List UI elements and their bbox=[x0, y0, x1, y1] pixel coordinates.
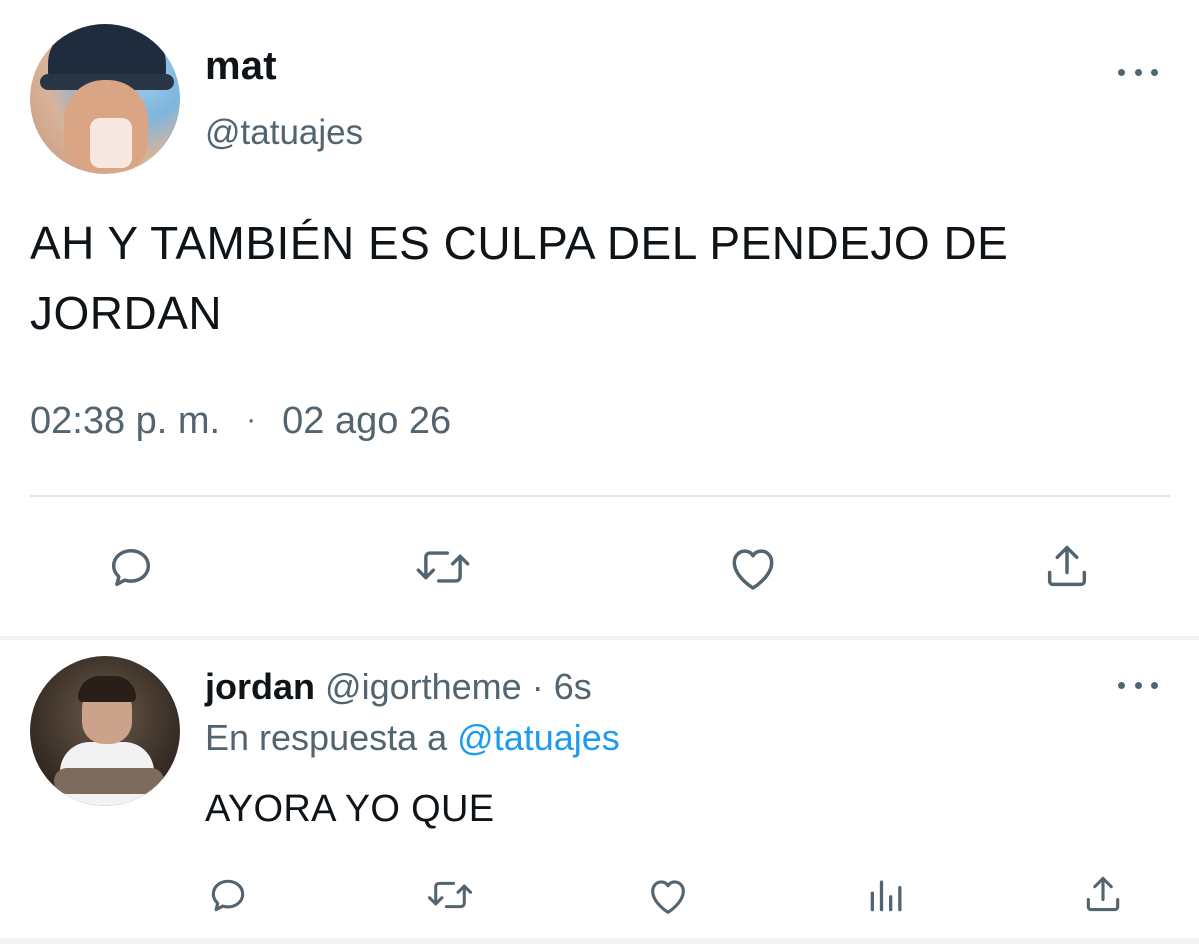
reply-like-button[interactable] bbox=[644, 872, 692, 918]
analytics-icon bbox=[870, 880, 902, 912]
more-horizontal-icon bbox=[1118, 68, 1125, 76]
reply-meta-separator: · bbox=[531, 666, 544, 707]
reply-icon bbox=[111, 549, 151, 587]
reply-button[interactable] bbox=[104, 540, 158, 594]
like-icon bbox=[732, 549, 774, 590]
tweet-date: 02 ago 26 bbox=[282, 400, 452, 442]
reply-author-display-name[interactable]: jordan bbox=[205, 666, 315, 707]
reply-avatar[interactable] bbox=[30, 656, 180, 806]
more-options-button[interactable] bbox=[1118, 62, 1158, 82]
more-horizontal-icon bbox=[1134, 681, 1142, 689]
main-tweet: mat @tatuajes AH Y TAMBIÉN ES CULPA DEL … bbox=[0, 0, 1199, 636]
reply-age[interactable]: 6s bbox=[554, 666, 592, 707]
reply-context: En respuesta a @tatuajes bbox=[205, 717, 620, 759]
avatar-cup bbox=[90, 118, 132, 168]
reply-text: AYORA YO QUE bbox=[205, 788, 495, 830]
reply-context-mention[interactable]: @tatuajes bbox=[457, 717, 620, 758]
reply-header: jordan @igortheme · 6s bbox=[205, 666, 592, 708]
retweet-button[interactable] bbox=[412, 540, 474, 594]
meta-separator: · bbox=[246, 403, 257, 436]
retweet-icon bbox=[427, 881, 473, 909]
tweet-time: 02:38 p. m. bbox=[30, 400, 221, 442]
reply-author-handle[interactable]: @igortheme bbox=[325, 666, 522, 707]
divider bbox=[30, 495, 1170, 497]
avatar-hair bbox=[78, 676, 136, 702]
reply-retweet-button[interactable] bbox=[424, 872, 476, 918]
reply-share-button[interactable] bbox=[1080, 870, 1126, 918]
reply-more-options-button[interactable] bbox=[1118, 675, 1158, 695]
tweet-separator bbox=[0, 636, 1199, 640]
more-horizontal-icon bbox=[1118, 681, 1125, 689]
share-icon bbox=[1086, 876, 1120, 912]
reply-analytics-button[interactable] bbox=[864, 872, 910, 918]
more-horizontal-icon bbox=[1134, 68, 1142, 76]
avatar-arms bbox=[54, 768, 164, 794]
tweet-text: AH Y TAMBIÉN ES CULPA DEL PENDEJO DE JOR… bbox=[30, 217, 1009, 339]
author-display-name[interactable]: mat bbox=[205, 44, 277, 89]
bottom-separator bbox=[0, 938, 1199, 944]
like-icon bbox=[651, 880, 685, 914]
avatar[interactable] bbox=[30, 24, 180, 174]
tweet-timestamp[interactable]: 02:38 p. m. · 02 ago 26 bbox=[30, 400, 451, 443]
author-handle[interactable]: @tatuajes bbox=[205, 113, 363, 153]
more-horizontal-icon bbox=[1151, 68, 1158, 76]
reply-context-prefix: En respuesta a bbox=[205, 717, 448, 758]
reply-reply-button[interactable] bbox=[205, 872, 251, 918]
more-horizontal-icon bbox=[1151, 681, 1158, 689]
share-icon bbox=[1047, 545, 1087, 587]
like-button[interactable] bbox=[724, 540, 782, 594]
retweet-icon bbox=[416, 551, 470, 583]
reply-icon bbox=[211, 879, 245, 912]
share-button[interactable] bbox=[1040, 538, 1094, 594]
